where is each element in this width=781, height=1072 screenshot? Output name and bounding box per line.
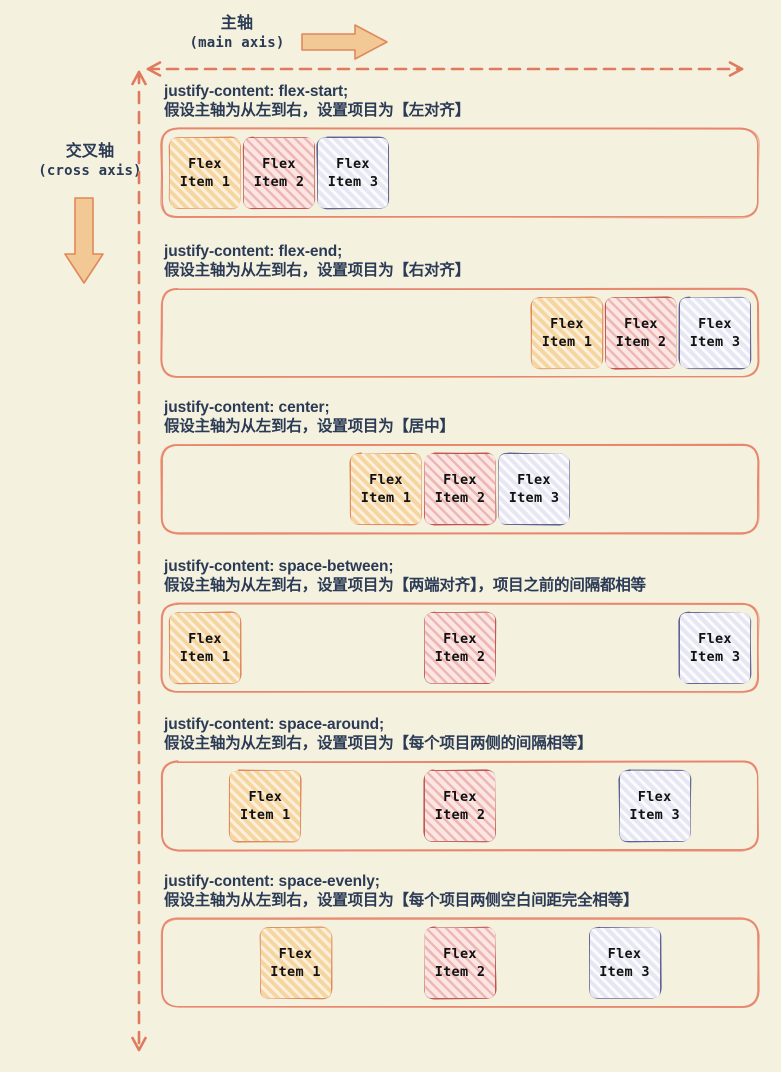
flex-row: Flex Item 1 Flex Item 2 Flex Item 3	[168, 760, 752, 852]
section-description: 假设主轴为从左到右，设置项目为【每个项目两侧空白间距完全相等】	[164, 891, 639, 910]
flex-item-label-line1: Flex	[517, 471, 551, 488]
section-flex-start: justify-content: flex-start; 假设主轴为从左到右，设置…	[160, 82, 760, 219]
flex-item-1[interactable]: Flex Item 1	[168, 611, 242, 685]
flex-container-center: Flex Item 1 Flex Item 2 Flex Item 3	[160, 443, 760, 535]
flex-item-label-line2: Item 1	[179, 173, 231, 190]
flex-item-label-line1: Flex	[278, 945, 313, 962]
arrow-down-icon	[62, 196, 106, 290]
flex-container-space-evenly: Flex Item 1 Flex Item 2 Flex Item 3	[160, 917, 760, 1009]
flex-item-label-line2: Item 2	[434, 806, 486, 823]
justify-content-property: justify-content: flex-start;	[164, 83, 349, 100]
section-description: 假设主轴为从左到右，设置项目为【两端对齐】，项目之前的间隔都相等	[164, 576, 646, 595]
flex-item-label-line2: Item 3	[508, 489, 560, 506]
justify-content-property: justify-content: space-around;	[164, 716, 385, 733]
flex-item-label-line1: Flex	[607, 945, 642, 962]
flex-item-label-line1: Flex	[262, 155, 296, 172]
main-axis-label-cn: 主轴	[220, 13, 254, 32]
flex-item-label-line1: Flex	[336, 155, 370, 172]
flex-item-label-line1: Flex	[188, 630, 222, 647]
flex-item-1[interactable]: Flex Item 1	[530, 295, 604, 370]
flex-item-label-line1: Flex	[550, 315, 584, 332]
flex-item-3[interactable]: Flex Item 3	[497, 452, 571, 526]
flex-item-label-line1: Flex	[443, 788, 477, 805]
section-caption: justify-content: space-evenly; 假设主轴为从左到右，…	[164, 872, 760, 911]
section-flex-end: justify-content: flex-end; 假设主轴为从左到右，设置项目…	[160, 242, 760, 379]
section-description: 假设主轴为从左到右，设置项目为【居中】	[164, 417, 455, 436]
flex-item-label-line1: Flex	[188, 155, 222, 172]
flex-item-label-line2: Item 2	[434, 963, 486, 980]
flex-item-label-line1: Flex	[369, 471, 403, 488]
flex-item-label-line1: Flex	[698, 630, 732, 647]
flex-item-3[interactable]: Flex Item 3	[678, 296, 752, 370]
flex-item-2[interactable]: Flex Item 2	[423, 925, 497, 1000]
flex-item-1[interactable]: Flex Item 1	[349, 452, 423, 526]
flex-item-3[interactable]: Flex Item 3	[618, 768, 692, 843]
main-axis-label-en: (main axis)	[189, 34, 285, 51]
flex-item-label-line2: Item 3	[689, 648, 741, 665]
flex-item-label-line1: Flex	[624, 315, 658, 332]
cross-axis-line	[126, 60, 152, 1069]
flex-item-label-line2: Item 1	[179, 648, 231, 665]
section-caption: justify-content: center; 假设主轴为从左到右，设置项目为【…	[164, 398, 760, 437]
flex-item-3[interactable]: Flex Item 3	[316, 136, 390, 210]
flex-item-2[interactable]: Flex Item 2	[604, 296, 678, 370]
flex-row: Flex Item 1 Flex Item 2 Flex Item 3	[168, 127, 752, 219]
section-description: 假设主轴为从左到右，设置项目为【每个项目两侧的间隔相等】	[164, 734, 593, 753]
flex-item-3[interactable]: Flex Item 3	[588, 926, 662, 1000]
flex-item-2[interactable]: Flex Item 2	[242, 136, 316, 210]
section-description: 假设主轴为从左到右，设置项目为【左对齐】	[164, 101, 471, 120]
flex-row: Flex Item 1 Flex Item 2 Flex Item 3	[168, 287, 752, 379]
flex-row: Flex Item 1 Flex Item 2 Flex Item 3	[168, 602, 752, 694]
flex-container-flex-end: Flex Item 1 Flex Item 2 Flex Item 3	[160, 287, 760, 379]
flex-item-label-line2: Item 3	[599, 963, 650, 980]
flex-item-label-line2: Item 3	[629, 806, 680, 823]
flex-row: Flex Item 1 Flex Item 2 Flex Item 3	[168, 443, 752, 535]
flex-item-1[interactable]: Flex Item 1	[168, 136, 242, 210]
flex-item-2[interactable]: Flex Item 2	[423, 611, 497, 685]
flex-item-label-line2: Item 2	[434, 648, 486, 665]
section-space-evenly: justify-content: space-evenly; 假设主轴为从左到右，…	[160, 872, 760, 1009]
flex-item-1[interactable]: Flex Item 1	[228, 768, 302, 843]
flex-item-1[interactable]: Flex Item 1	[258, 925, 333, 1000]
flex-container-flex-start: Flex Item 1 Flex Item 2 Flex Item 3	[160, 127, 760, 219]
section-caption: justify-content: flex-end; 假设主轴为从左到右，设置项目…	[164, 242, 760, 281]
flex-container-space-around: Flex Item 1 Flex Item 2 Flex Item 3	[160, 759, 760, 852]
section-description: 假设主轴为从左到右，设置项目为【右对齐】	[164, 261, 471, 280]
flex-item-label-line2: Item 2	[434, 489, 486, 506]
flex-item-label-line1: Flex	[443, 945, 477, 962]
flex-item-label-line2: Item 2	[253, 173, 305, 190]
justify-content-property: justify-content: space-between;	[164, 558, 394, 575]
flex-item-label-line2: Item 3	[327, 173, 379, 190]
flex-row: Flex Item 1 Flex Item 2 Flex Item 3	[168, 917, 752, 1009]
section-caption: justify-content: space-around; 假设主轴为从左到右，…	[164, 715, 760, 754]
flex-item-label-line1: Flex	[443, 471, 477, 488]
flex-item-label-line2: Item 2	[615, 333, 667, 350]
section-space-around: justify-content: space-around; 假设主轴为从左到右，…	[160, 715, 760, 852]
flex-item-2[interactable]: Flex Item 2	[423, 451, 497, 526]
flex-item-label-line1: Flex	[443, 630, 477, 647]
flex-item-label-line2: Item 1	[270, 963, 321, 980]
flex-item-2[interactable]: Flex Item 2	[423, 768, 497, 843]
flex-item-label-line1: Flex	[637, 788, 672, 805]
justify-content-property: justify-content: space-evenly;	[164, 873, 380, 890]
flex-item-label-line1: Flex	[248, 788, 283, 805]
flex-item-3[interactable]: Flex Item 3	[678, 611, 752, 685]
flex-item-label-line2: Item 1	[541, 333, 593, 350]
justify-content-property: justify-content: center;	[164, 399, 330, 416]
section-center: justify-content: center; 假设主轴为从左到右，设置项目为【…	[160, 398, 760, 535]
diagram-canvas: 主轴 (main axis) 交叉轴 (cross axis) justify-…	[0, 0, 781, 1072]
flex-item-label-line1: Flex	[698, 315, 732, 332]
section-space-between: justify-content: space-between; 假设主轴为从左到右…	[160, 557, 760, 694]
section-caption: justify-content: flex-start; 假设主轴为从左到右，设置…	[164, 82, 760, 121]
flex-container-space-between: Flex Item 1 Flex Item 2 Flex Item 3	[160, 601, 760, 694]
flex-item-label-line2: Item 1	[240, 806, 291, 823]
section-caption: justify-content: space-between; 假设主轴为从左到右…	[164, 557, 760, 596]
main-axis-label: 主轴 (main axis)	[172, 13, 302, 51]
flex-item-label-line2: Item 1	[360, 489, 412, 506]
justify-content-property: justify-content: flex-end;	[164, 243, 343, 260]
flex-item-label-line2: Item 3	[689, 333, 741, 350]
